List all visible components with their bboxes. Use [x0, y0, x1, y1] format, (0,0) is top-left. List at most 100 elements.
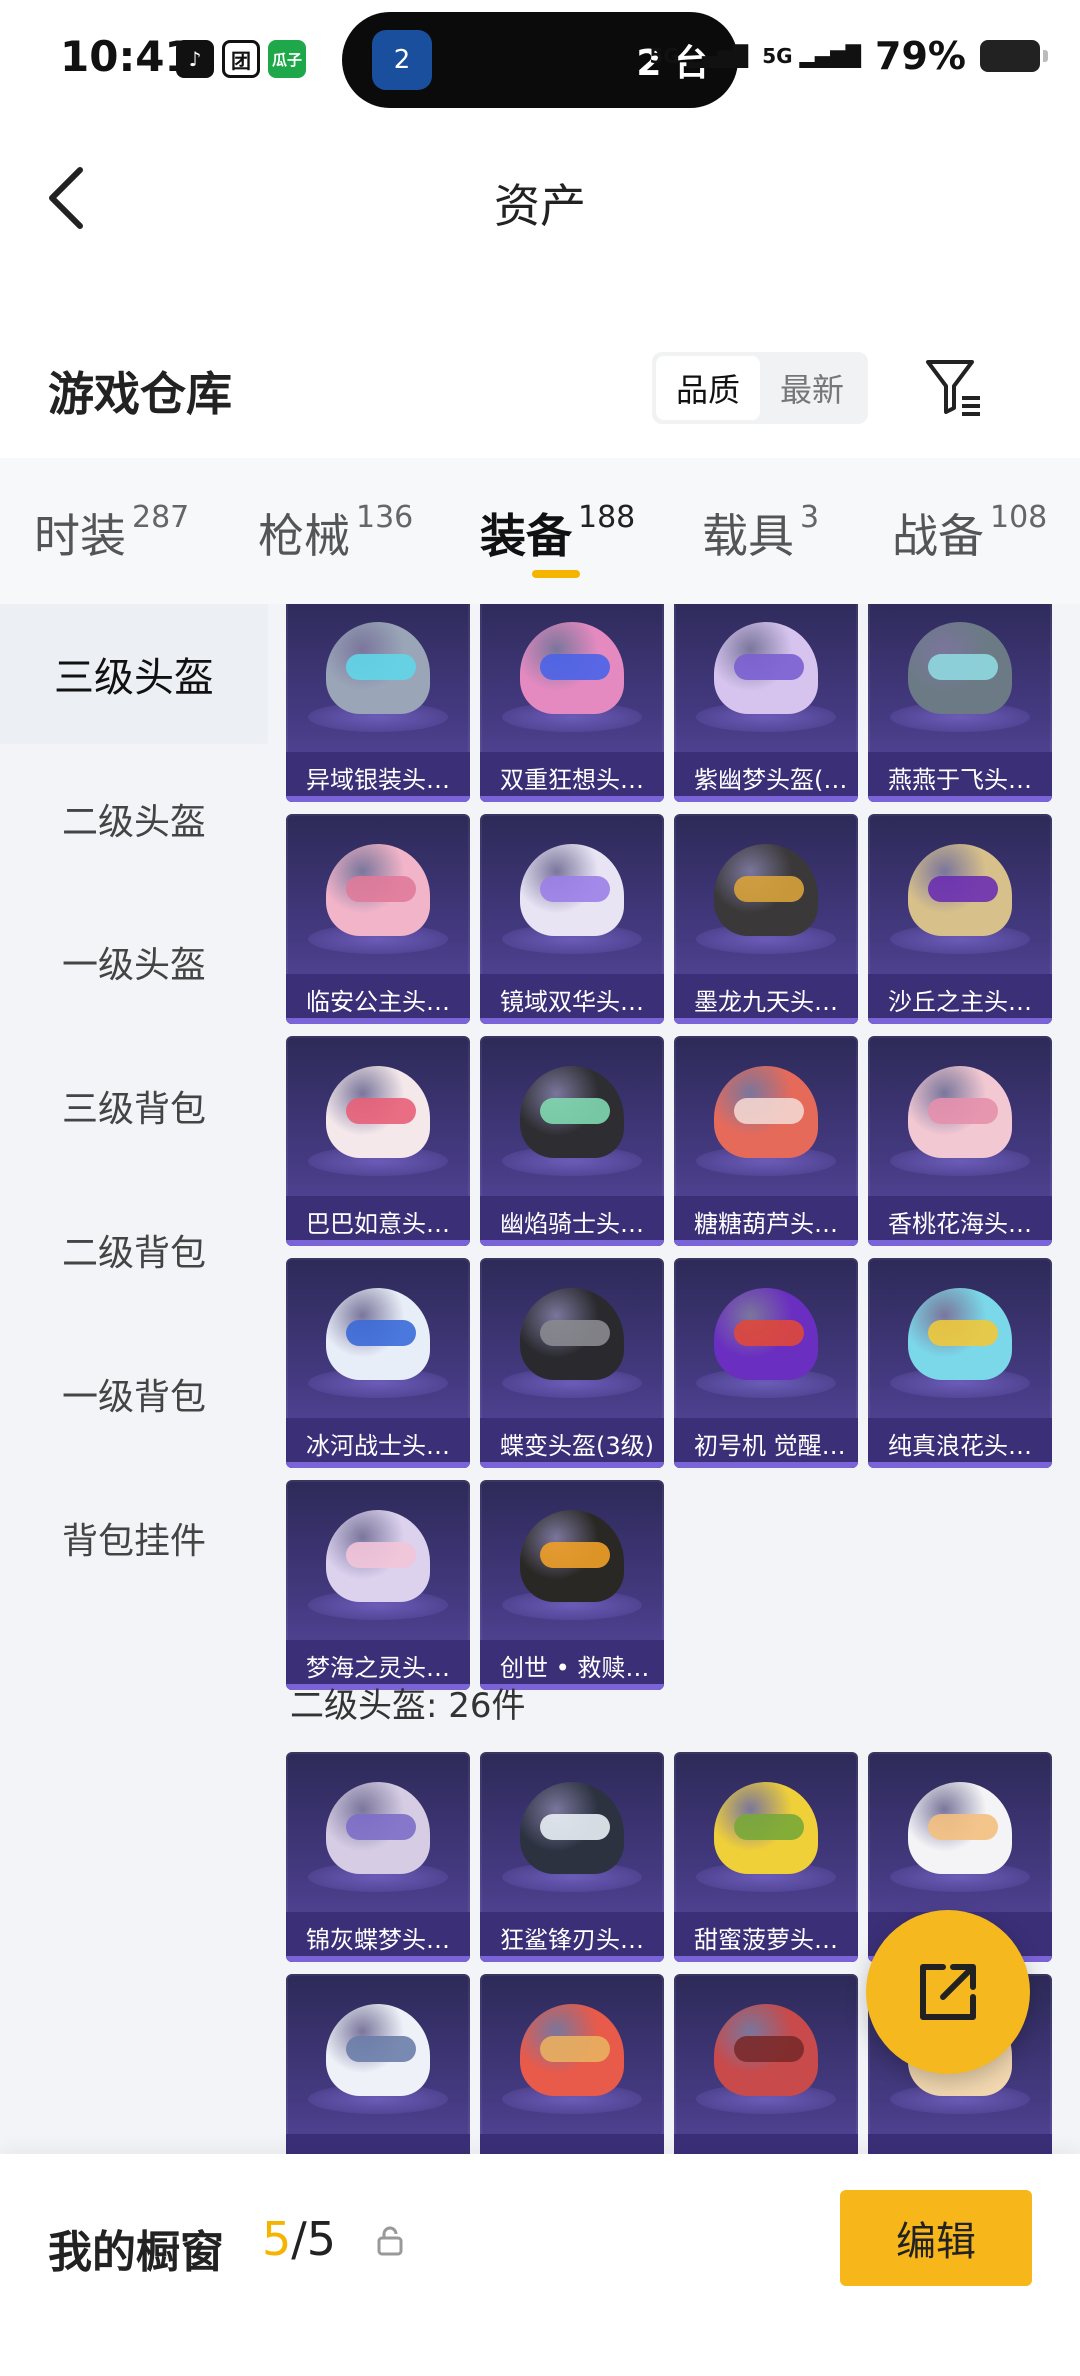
- showcase-label: 我的橱窗: [48, 2227, 224, 2278]
- page-title: 资产: [494, 179, 586, 233]
- helmet-visor: [928, 654, 998, 680]
- item-card[interactable]: 墨龙九天头…: [674, 814, 858, 1024]
- item-card[interactable]: 狂鲨锋刃头…: [480, 1752, 664, 1962]
- tab-vehicles[interactable]: 载具 3: [702, 500, 819, 566]
- item-card[interactable]: [286, 1974, 470, 2154]
- helmet-visor: [540, 876, 610, 902]
- status-bar: 10:41 ♪ 团 瓜子 2 2 台 5G ▂▄▆█ 5G ▂▄▆█ 79%: [0, 0, 1080, 120]
- helmet-visor: [540, 2036, 610, 2062]
- item-name: 纯真浪花头…: [868, 1418, 1052, 1468]
- quality-bar: [480, 1240, 664, 1246]
- showcase-bar: 我的橱窗 5/5 编辑: [0, 2154, 1080, 2376]
- helmet-visor: [540, 1814, 610, 1840]
- sidebar-item-level3-backpack[interactable]: 三级背包: [0, 1036, 268, 1176]
- item-name: 双重狂想头…: [480, 752, 664, 802]
- item-card[interactable]: 创世 • 救赎…: [480, 1480, 664, 1690]
- helmet-visor: [734, 1814, 804, 1840]
- helmet-visor: [928, 1320, 998, 1346]
- lock-icon: [377, 2226, 403, 2256]
- item-name: 墨龙九天头…: [674, 974, 858, 1024]
- quality-bar: [286, 1462, 470, 1468]
- helmet-visor: [346, 1814, 416, 1840]
- broadcast-icon: 2: [372, 30, 432, 90]
- item-card[interactable]: 纯真浪花头…: [868, 1258, 1052, 1468]
- item-card[interactable]: 燕燕于飞头…: [868, 604, 1052, 802]
- item-card[interactable]: 甜蜜菠萝头…: [674, 1752, 858, 1962]
- item-name: 镜域双华头…: [480, 974, 664, 1024]
- quality-bar: [480, 1018, 664, 1024]
- sidebar-item-level2-helmet[interactable]: 二级头盔: [0, 749, 268, 889]
- item-name: 甜蜜菠萝头…: [674, 1912, 858, 1962]
- helmet-visor: [540, 1320, 610, 1346]
- quality-bar: [286, 1956, 470, 1962]
- item-card[interactable]: 双重狂想头…: [480, 604, 664, 802]
- guazi-icon: 瓜子: [268, 40, 306, 78]
- filter-button[interactable]: [922, 352, 986, 424]
- sort-newest[interactable]: 最新: [760, 356, 864, 420]
- share-fab[interactable]: [866, 1910, 1030, 2074]
- item-card[interactable]: 冰河战士头…: [286, 1258, 470, 1468]
- item-name: 异域银装头…: [286, 752, 470, 802]
- external-link-icon: [920, 1964, 976, 2020]
- helmet-visor: [734, 1320, 804, 1346]
- sort-quality[interactable]: 品质: [656, 356, 760, 420]
- helmet-visor: [928, 876, 998, 902]
- helmet-visor: [540, 654, 610, 680]
- item-name: 糖糖葫芦头…: [674, 1196, 858, 1246]
- helmet-visor: [734, 654, 804, 680]
- edit-button[interactable]: 编辑: [840, 2190, 1032, 2286]
- item-card[interactable]: 香桃花海头…: [868, 1036, 1052, 1246]
- helmet-visor: [346, 654, 416, 680]
- item-card[interactable]: 沙丘之主头…: [868, 814, 1052, 1024]
- item-name: 紫幽梦头盔(…: [674, 752, 858, 802]
- active-tab-indicator: [532, 570, 580, 578]
- item-card[interactable]: 糖糖葫芦头…: [674, 1036, 858, 1246]
- helmet-visor: [540, 1098, 610, 1124]
- sidebar-item-backpack-charm[interactable]: 背包挂件: [0, 1468, 268, 1608]
- item-card[interactable]: 梦海之灵头…: [286, 1480, 470, 1690]
- tab-fashion[interactable]: 时装 287: [34, 500, 189, 566]
- item-name: 临安公主头…: [286, 974, 470, 1024]
- helmet-visor: [346, 1098, 416, 1124]
- item-card[interactable]: 临安公主头…: [286, 814, 470, 1024]
- item-card[interactable]: 锦灰蝶梦头…: [286, 1752, 470, 1962]
- item-card[interactable]: 异域银装头…: [286, 604, 470, 802]
- sidebar-item-level1-helmet[interactable]: 一级头盔: [0, 892, 268, 1032]
- item-card[interactable]: 幽焰骑士头…: [480, 1036, 664, 1246]
- item-card[interactable]: [480, 1974, 664, 2154]
- signal-icon-2: 5G ▂▄▆█: [762, 44, 862, 68]
- item-name: 蝶变头盔(3级): [480, 1418, 664, 1468]
- item-card[interactable]: 镜域双华头…: [480, 814, 664, 1024]
- item-card[interactable]: 巴巴如意头…: [286, 1036, 470, 1246]
- quality-bar: [674, 1956, 858, 1962]
- item-name: [674, 2134, 858, 2154]
- item-card[interactable]: 紫幽梦头盔(…: [674, 604, 858, 802]
- tab-guns[interactable]: 枪械 136: [258, 500, 413, 566]
- battery-icon: [980, 40, 1048, 72]
- item-card[interactable]: 初号机 觉醒…: [674, 1258, 858, 1468]
- sidebar-item-level1-backpack[interactable]: 一级背包: [0, 1324, 268, 1464]
- sidebar-item-level2-backpack[interactable]: 二级背包: [0, 1180, 268, 1320]
- signal-icon: 5G ▂▄▆█: [649, 44, 749, 68]
- item-card[interactable]: 蝶变头盔(3级): [480, 1258, 664, 1468]
- tab-equipment[interactable]: 装备 188: [480, 500, 635, 566]
- helmet-visor: [734, 2036, 804, 2062]
- item-name: 初号机 觉醒…: [674, 1418, 858, 1468]
- helmet-visor: [346, 876, 416, 902]
- item-name: 沙丘之主头…: [868, 974, 1052, 1024]
- tiktok-icon: ♪: [176, 40, 214, 78]
- status-right: 5G ▂▄▆█ 5G ▂▄▆█ 79%: [649, 34, 1048, 78]
- item-name: 冰河战士头…: [286, 1418, 470, 1468]
- category-tabs: 时装 287 枪械 136 装备 188 载具 3 战备 108: [0, 458, 1080, 604]
- item-name: 狂鲨锋刃头…: [480, 1912, 664, 1962]
- item-card[interactable]: [674, 1974, 858, 2154]
- item-name: 香桃花海头…: [868, 1196, 1052, 1246]
- item-name: [286, 2134, 470, 2154]
- tab-battle-prep[interactable]: 战备 108: [892, 500, 1047, 566]
- level3-helmet-grid: 异域银装头… 双重狂想头… 紫幽梦头盔(… 燕燕于飞头… 临安公主头… 镜域双华头… 墨龙九…: [286, 604, 1066, 1690]
- tuan-icon: 团: [222, 40, 260, 78]
- sidebar: 三级头盔 二级头盔 一级头盔 三级背包 二级背包 一级背包 背包挂件: [0, 604, 268, 2154]
- helmet-visor: [734, 1098, 804, 1124]
- status-time: 10:41: [60, 32, 194, 81]
- sidebar-item-level3-helmet[interactable]: 三级头盔: [0, 604, 268, 744]
